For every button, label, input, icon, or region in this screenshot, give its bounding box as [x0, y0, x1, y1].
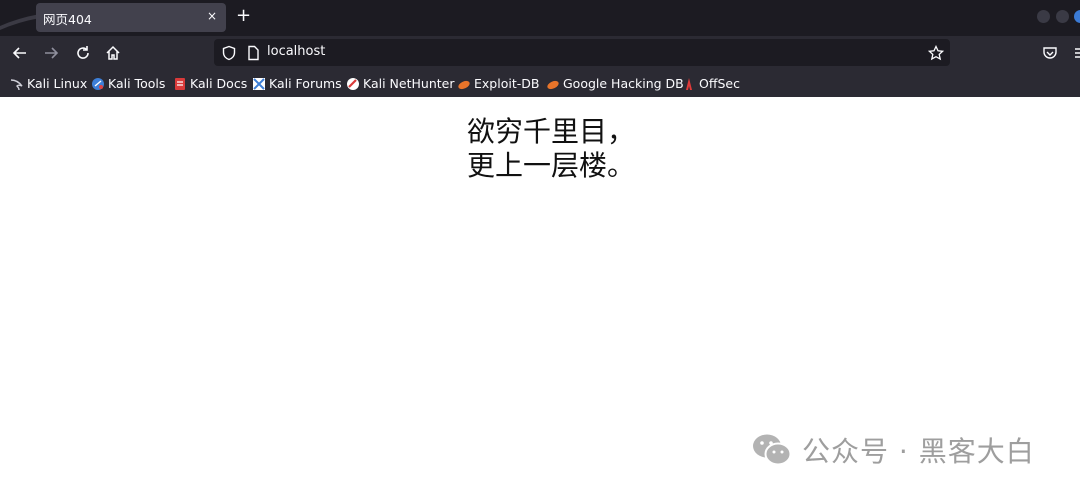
home-icon: [106, 45, 120, 60]
bookmark-label: Kali Forums: [269, 76, 342, 91]
bookmark-google-hacking-db[interactable]: Google Hacking DB: [546, 75, 684, 92]
exploit-db-icon: [457, 77, 471, 91]
nav-toolbar: localhost: [0, 36, 1080, 70]
new-tab-button[interactable]: +: [236, 5, 251, 26]
tab-active[interactable]: 网页404 ×: [36, 3, 226, 32]
bookmark-offsec[interactable]: OffSec: [682, 75, 740, 92]
bookmark-kali-tools[interactable]: Kali Tools: [91, 75, 165, 92]
offsec-icon: [682, 77, 696, 91]
poem-line-2: 更上一层楼。: [467, 149, 636, 182]
tab-title: 网页404: [43, 12, 92, 27]
kali-swoosh-decoration: [0, 0, 40, 36]
arrow-left-icon: [12, 47, 26, 59]
tracking-protection-shield-icon[interactable]: [221, 45, 237, 61]
kali-dragon-icon: [10, 77, 24, 91]
pocket-icon: [1043, 47, 1057, 59]
bookmark-kali-linux[interactable]: Kali Linux: [10, 75, 87, 92]
bookmark-label: Exploit-DB: [474, 76, 540, 91]
bookmark-label: Kali Docs: [190, 76, 248, 91]
bookmark-label: Kali Linux: [27, 76, 88, 91]
pocket-button[interactable]: [1040, 43, 1060, 63]
bookmark-label: Kali Tools: [108, 76, 166, 91]
wechat-icon: [753, 434, 792, 466]
kali-forums-icon: [252, 77, 266, 91]
window-maximize-button[interactable]: [1056, 10, 1069, 23]
bookmark-exploit-db[interactable]: Exploit-DB: [457, 75, 539, 92]
close-tab-icon[interactable]: ×: [207, 9, 217, 23]
poem-line-1: 欲穷千里目，: [467, 115, 636, 148]
bookmark-label: Google Hacking DB: [563, 76, 684, 91]
back-button[interactable]: [10, 43, 30, 63]
reload-button[interactable]: [73, 43, 93, 63]
bookmark-kali-docs[interactable]: Kali Docs: [173, 75, 247, 92]
watermark-text: 公众号 · 黑客大白: [802, 435, 1035, 468]
bookmark-star-icon[interactable]: [928, 45, 944, 61]
url-bar[interactable]: localhost: [214, 39, 950, 66]
google-hacking-db-icon: [546, 77, 560, 91]
tab-strip: 网页404 × +: [0, 0, 1080, 36]
kali-docs-icon: [173, 77, 187, 91]
window-minimize-button[interactable]: [1037, 10, 1050, 23]
page-viewport: 欲穷千里目， 更上一层楼。 公众号 · 黑客大白: [0, 97, 1080, 493]
poem-text: 欲穷千里目， 更上一层楼。: [467, 115, 635, 183]
forward-button[interactable]: [41, 43, 61, 63]
home-button[interactable]: [103, 43, 123, 63]
window-close-button[interactable]: [1074, 10, 1080, 23]
kali-tools-icon: [91, 77, 105, 91]
bookmark-kali-nethunter[interactable]: Kali NetHunter: [346, 75, 454, 92]
app-menu-button[interactable]: [1070, 43, 1080, 63]
arrow-right-icon: [45, 47, 59, 59]
hamburger-menu-icon: [1075, 48, 1080, 58]
kali-nethunter-icon: [346, 77, 360, 91]
bookmarks-toolbar: Kali Linux Kali Tools Kali Docs Kali For…: [0, 70, 1080, 97]
bookmark-label: OffSec: [699, 76, 740, 91]
url-text[interactable]: localhost: [267, 44, 325, 59]
bookmark-label: Kali NetHunter: [363, 76, 455, 91]
watermark: 公众号 · 黑客大白: [752, 430, 1035, 470]
bookmark-kali-forums[interactable]: Kali Forums: [252, 75, 342, 92]
page-info-icon[interactable]: [245, 45, 261, 61]
reload-icon: [77, 46, 89, 59]
